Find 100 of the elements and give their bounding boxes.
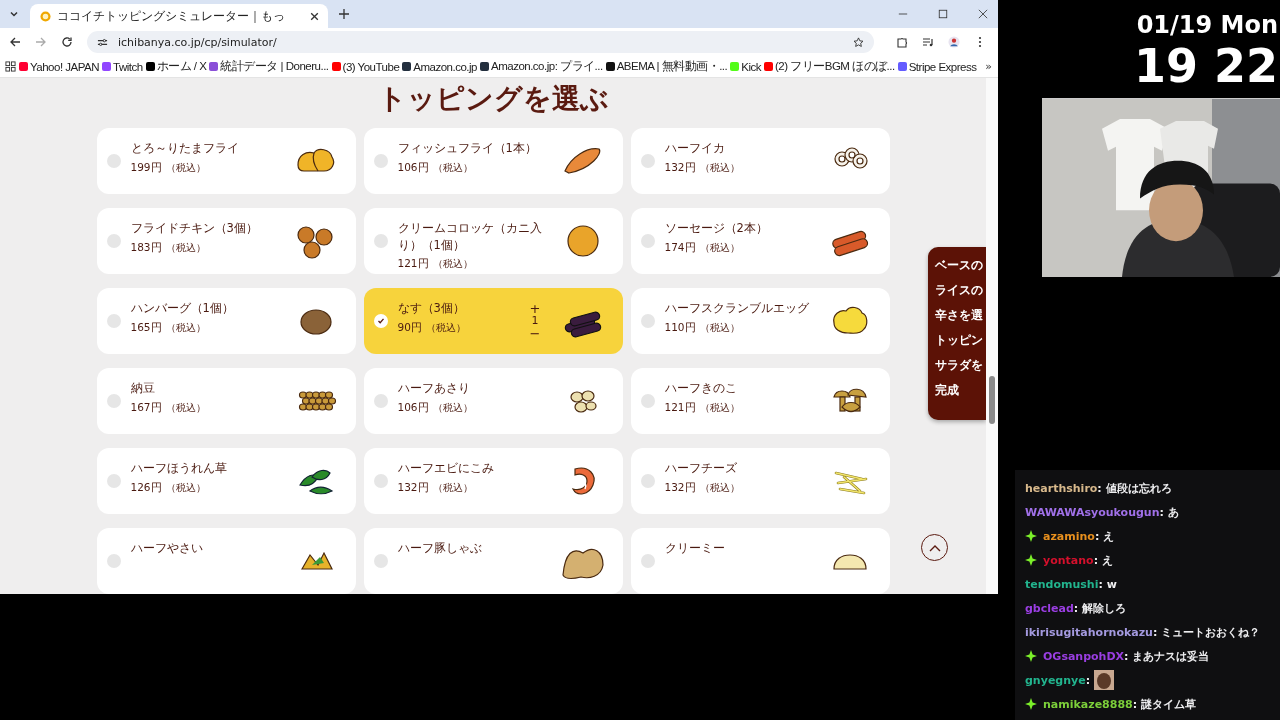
topping-name: ハーフほうれん草 <box>130 460 228 477</box>
step-link[interactable]: 完成 <box>935 384 959 397</box>
topping-card[interactable]: ハーフほうれん草 126円 （税込） <box>96 448 356 514</box>
topping-card[interactable]: ソーセージ（2本） 174円 （税込） <box>630 208 890 274</box>
star-icon[interactable] <box>853 36 864 48</box>
bookmark[interactable]: (2) フリーBGM ほのぼ... <box>763 59 895 74</box>
chat-username[interactable]: ikirisugitahornokazu <box>1025 625 1153 639</box>
decrement-button[interactable]: − <box>529 326 541 341</box>
topping-name: フィッシュフライ（1本） <box>397 140 538 157</box>
price: 132円 <box>397 480 429 495</box>
topping-name: ハーフチーズ <box>664 460 738 477</box>
topping-card[interactable]: クリームコロッケ（カニ入り）（1個） 121円 （税込） <box>363 208 623 274</box>
step-link[interactable]: 辛さを選 <box>935 309 983 322</box>
radio-button[interactable] <box>106 474 121 488</box>
tax-label: （税込） <box>165 480 206 495</box>
step-link[interactable]: サラダを <box>935 359 983 372</box>
site-settings-icon[interactable] <box>97 36 108 48</box>
price: 167円 <box>130 400 162 415</box>
price: 126円 <box>130 480 162 495</box>
clock-time: 19 22 <box>1133 40 1279 95</box>
browser-tab[interactable]: ココイチトッピングシミュレーター｜もっ <box>30 4 328 28</box>
chat-username[interactable]: namikaze8888 <box>1043 697 1133 711</box>
radio-button[interactable] <box>106 234 121 248</box>
profile-icon[interactable] <box>948 36 960 48</box>
step-link[interactable]: ベースの <box>935 259 983 272</box>
topping-card[interactable]: ハーフ豚しゃぶ <box>363 528 623 594</box>
radio-button[interactable] <box>106 394 121 408</box>
bookmark[interactable]: ABEMA | 無料動画・... <box>605 59 728 74</box>
topping-name: ハーフあさり <box>397 380 471 397</box>
radio-button[interactable] <box>373 154 388 168</box>
media-list-icon[interactable] <box>922 36 934 48</box>
topping-card[interactable]: ハーフやさい <box>96 528 356 594</box>
topping-name: 納豆 <box>130 380 156 397</box>
forward-icon[interactable] <box>35 36 47 48</box>
topping-name: なす（3個） <box>397 300 466 317</box>
chat-username[interactable]: azamino <box>1043 529 1095 543</box>
topping-card[interactable]: ハーフチーズ 132円 （税込） <box>630 448 890 514</box>
topping-card[interactable]: ハーフあさり 106円 （税込） <box>363 368 623 434</box>
bookmark[interactable]: ホーム / X <box>145 59 207 74</box>
address-bar[interactable]: ichibanya.co.jp/cp/simulator/ <box>87 31 874 53</box>
radio-button[interactable] <box>373 394 388 408</box>
bookmark[interactable]: (3) YouTube <box>331 60 400 73</box>
increment-button[interactable]: + <box>529 301 541 316</box>
tax-label: （税込） <box>699 160 740 175</box>
radio-button[interactable] <box>106 314 121 328</box>
bookmark[interactable]: Kick <box>730 60 761 73</box>
topping-card[interactable]: なす（3個） 90円 （税込） + 1 − <box>363 288 623 354</box>
topping-card[interactable]: ハーフきのこ 121円 （税込） <box>630 368 890 434</box>
chat-username[interactable]: yontano <box>1043 553 1094 567</box>
chat-message: : 謎タイム草 <box>1132 696 1196 712</box>
check-radio[interactable] <box>373 314 388 328</box>
radio-button[interactable] <box>640 394 655 408</box>
scrollbar-thumb[interactable] <box>989 376 995 424</box>
topping-card[interactable]: フライドチキン（3個） 183円 （税込） <box>96 208 356 274</box>
bookmark[interactable]: Twitch <box>102 60 143 73</box>
radio-button[interactable] <box>640 314 655 328</box>
chat-username[interactable]: WAWAWAsyoukougun <box>1025 505 1160 519</box>
radio-button[interactable] <box>640 474 655 488</box>
chat-username[interactable]: OGsanpohDX <box>1043 649 1125 663</box>
reload-icon[interactable] <box>61 36 73 48</box>
bookmark[interactable]: Yahoo! JAPAN <box>19 60 99 73</box>
radio-button[interactable] <box>106 154 121 168</box>
back-icon[interactable] <box>9 36 21 48</box>
topping-name: ハーフエビにこみ <box>397 460 495 477</box>
step-link[interactable]: ライスの <box>935 284 983 297</box>
tax-label: （税込） <box>699 400 740 415</box>
close-icon[interactable] <box>309 10 320 22</box>
maximize-icon[interactable] <box>938 9 948 19</box>
bookmark[interactable]: Amazon.co.jp <box>402 60 477 73</box>
close-icon[interactable] <box>978 9 988 19</box>
radio-button[interactable] <box>106 554 121 568</box>
radio-button[interactable] <box>640 554 655 568</box>
puzzle-icon[interactable] <box>896 36 908 48</box>
radio-button[interactable] <box>373 554 388 568</box>
chat-message: : あ <box>1159 504 1179 520</box>
bookmark[interactable]: 統計データ | Doneru... <box>209 59 329 74</box>
apps-grid-icon[interactable] <box>5 61 16 72</box>
topping-card[interactable]: 納豆 167円 （税込） <box>96 368 356 434</box>
topping-card[interactable]: とろ～りたまフライ 199円 （税込） <box>96 128 356 194</box>
more-bookmarks-button[interactable]: » <box>985 60 992 73</box>
bookmark[interactable]: Stripe Express <box>897 60 977 73</box>
topping-card[interactable]: ハーフイカ 132円 （税込） <box>630 128 890 194</box>
step-link[interactable]: トッピン <box>935 334 983 347</box>
chat-username[interactable]: hearthshiro <box>1025 481 1098 495</box>
topping-card[interactable]: ハーフエビにこみ 132円 （税込） <box>363 448 623 514</box>
plus-icon[interactable] <box>338 8 350 20</box>
radio-button[interactable] <box>373 474 388 488</box>
chat-username[interactable]: tendomushi <box>1025 577 1099 591</box>
topping-card[interactable]: クリーミー <box>630 528 890 594</box>
radio-button[interactable] <box>640 234 655 248</box>
chat-username[interactable]: gnyegnye <box>1025 673 1086 687</box>
scrollbar[interactable] <box>986 78 998 594</box>
topping-card[interactable]: フィッシュフライ（1本） 106円 （税込） <box>363 128 623 194</box>
topping-card[interactable]: ハンバーグ（1個） 165円 （税込） <box>96 288 356 354</box>
topping-card[interactable]: ハーフスクランブルエッグ 110円 （税込） <box>630 288 890 354</box>
chat-message: : え <box>1094 528 1115 544</box>
radio-button[interactable] <box>640 154 655 168</box>
chat-username[interactable]: gbclead <box>1025 601 1074 615</box>
bookmark[interactable]: Amazon.co.jp: プライ... <box>480 59 603 74</box>
radio-button[interactable] <box>373 234 388 248</box>
